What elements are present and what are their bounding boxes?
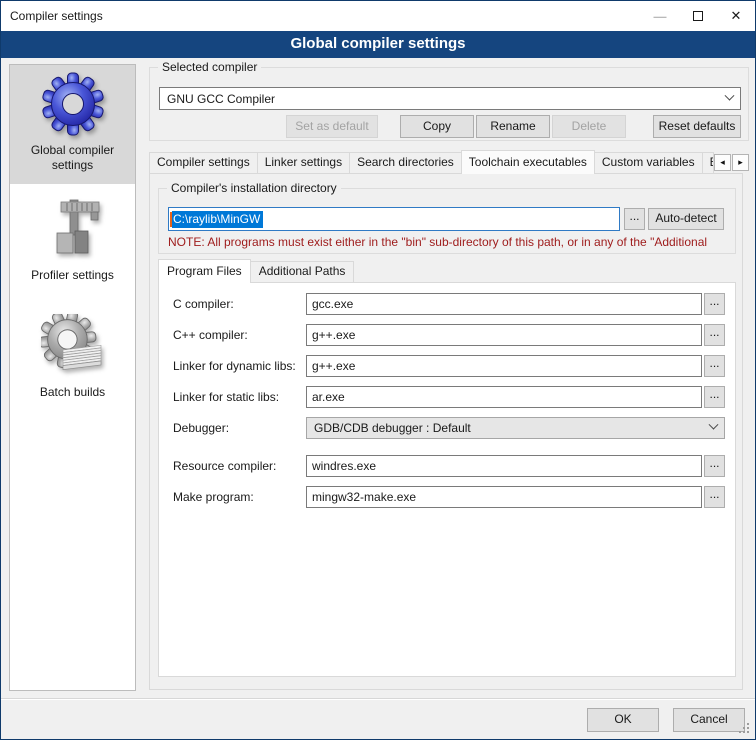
set-as-default-button[interactable]: Set as default	[286, 115, 378, 138]
browse-make-program-button[interactable]: ...	[704, 486, 725, 508]
cancel-button[interactable]: Cancel	[673, 708, 745, 732]
program-files-tabstrip: Program Files Additional Paths	[158, 260, 354, 282]
footer-divider	[1, 698, 755, 699]
browse-resource-compiler-button[interactable]: ...	[704, 455, 725, 477]
tab-toolchain-executables[interactable]: Toolchain executables	[461, 150, 595, 174]
close-button[interactable]: ✕	[717, 1, 755, 31]
tab-scroll-left-button[interactable]: ◂	[714, 154, 731, 171]
tab-custom-variables[interactable]: Custom variables	[594, 152, 703, 173]
toolchain-executables-page: Compiler's installation directory C:\ray…	[149, 173, 743, 690]
group-label: Selected compiler	[158, 60, 261, 74]
make-program-input[interactable]	[306, 486, 702, 508]
chevron-down-icon	[725, 91, 735, 101]
browse-c-compiler-button[interactable]: ...	[704, 293, 725, 315]
resource-compiler-input[interactable]	[306, 455, 702, 477]
reset-defaults-button[interactable]: Reset defaults	[653, 115, 741, 138]
form-row-debugger: Debugger: GDB/CDB debugger : Default	[173, 416, 725, 439]
browse-directory-button[interactable]: ...	[624, 208, 645, 230]
form-row-cpp-compiler: C++ compiler: ...	[173, 323, 725, 346]
browse-dynamic-linker-button[interactable]: ...	[704, 355, 725, 377]
browse-cpp-compiler-button[interactable]: ...	[704, 324, 725, 346]
cpp-compiler-input[interactable]	[306, 324, 702, 346]
arrow-left-icon: ◂	[720, 157, 725, 167]
maximize-icon	[693, 11, 703, 21]
ok-button[interactable]: OK	[587, 708, 659, 732]
debugger-select-value: GDB/CDB debugger : Default	[314, 421, 471, 435]
sidebar-item-label: Batch builds	[36, 385, 109, 400]
note-text: NOTE: All programs must exist either in …	[168, 235, 752, 249]
copy-button[interactable]: Copy	[400, 115, 474, 138]
maximize-button[interactable]	[679, 1, 717, 31]
settings-category-list: Global compiler settings Profiler s	[9, 64, 136, 691]
caliper-icon	[41, 197, 105, 261]
minimize-button[interactable]: —	[641, 1, 679, 31]
form-row-static-linker: Linker for static libs: ...	[173, 385, 725, 408]
form-row-make-program: Make program: ...	[173, 485, 725, 508]
field-label: C++ compiler:	[173, 328, 306, 342]
debugger-select[interactable]: GDB/CDB debugger : Default	[306, 417, 725, 439]
tab-linker-settings[interactable]: Linker settings	[257, 152, 350, 173]
field-label: C compiler:	[173, 297, 306, 311]
installation-directory-value: C:\raylib\MinGW	[172, 211, 263, 228]
dynamic-linker-input[interactable]	[306, 355, 702, 377]
titlebar: Compiler settings — ✕	[1, 1, 755, 31]
c-compiler-input[interactable]	[306, 293, 702, 315]
tab-program-files[interactable]: Program Files	[158, 259, 251, 283]
delete-button[interactable]: Delete	[552, 115, 626, 138]
blue-gear-icon	[41, 72, 105, 136]
form-row-c-compiler: C compiler: ...	[173, 292, 725, 315]
chevron-down-icon	[709, 420, 719, 430]
auto-detect-button[interactable]: Auto-detect	[648, 208, 724, 230]
compiler-select[interactable]: GNU GCC Compiler	[159, 87, 741, 110]
field-label: Linker for dynamic libs:	[173, 359, 306, 373]
tab-search-directories[interactable]: Search directories	[349, 152, 462, 173]
static-linker-input[interactable]	[306, 386, 702, 408]
resize-grip[interactable]	[739, 723, 751, 735]
tab-build-options[interactable]: Build	[702, 152, 714, 173]
installation-directory-input[interactable]: C:\raylib\MinGW	[168, 207, 620, 231]
sidebar-item-label: Global compiler settings	[10, 143, 135, 173]
page-title: Global compiler settings	[1, 31, 755, 58]
field-label: Make program:	[173, 490, 306, 504]
sidebar-item-label: Profiler settings	[27, 268, 118, 283]
form-row-resource-compiler: Resource compiler: ...	[173, 454, 725, 477]
tab-compiler-settings[interactable]: Compiler settings	[149, 152, 258, 173]
browse-static-linker-button[interactable]: ...	[704, 386, 725, 408]
program-files-page: C compiler: ... C++ compiler: ... Linker…	[158, 282, 736, 677]
group-label: Compiler's installation directory	[167, 181, 341, 195]
window-title: Compiler settings	[1, 9, 103, 23]
sidebar-item-profiler-settings[interactable]: Profiler settings	[10, 184, 135, 302]
settings-tabstrip: Compiler settings Linker settings Search…	[149, 151, 749, 173]
field-label: Resource compiler:	[173, 459, 306, 473]
tab-scroll-buttons: ◂ ▸	[714, 154, 749, 171]
form-row-dynamic-linker: Linker for dynamic libs: ...	[173, 354, 725, 377]
sidebar-item-batch-builds[interactable]: Batch builds	[10, 302, 135, 427]
tab-additional-paths[interactable]: Additional Paths	[250, 261, 355, 282]
minimize-icon: —	[654, 9, 667, 24]
grey-gear-stack-icon	[41, 314, 105, 378]
close-icon: ✕	[731, 8, 742, 24]
rename-button[interactable]: Rename	[476, 115, 550, 138]
tab-scroll-right-button[interactable]: ▸	[732, 154, 749, 171]
field-label: Debugger:	[173, 421, 306, 435]
window-controls: — ✕	[641, 1, 755, 31]
compiler-select-value: GNU GCC Compiler	[167, 92, 275, 106]
field-label: Linker for static libs:	[173, 390, 306, 404]
sidebar-item-global-compiler-settings[interactable]: Global compiler settings	[10, 65, 135, 184]
compiler-settings-dialog: Compiler settings — ✕ Global compiler se…	[0, 0, 756, 740]
arrow-right-icon: ▸	[738, 157, 743, 167]
